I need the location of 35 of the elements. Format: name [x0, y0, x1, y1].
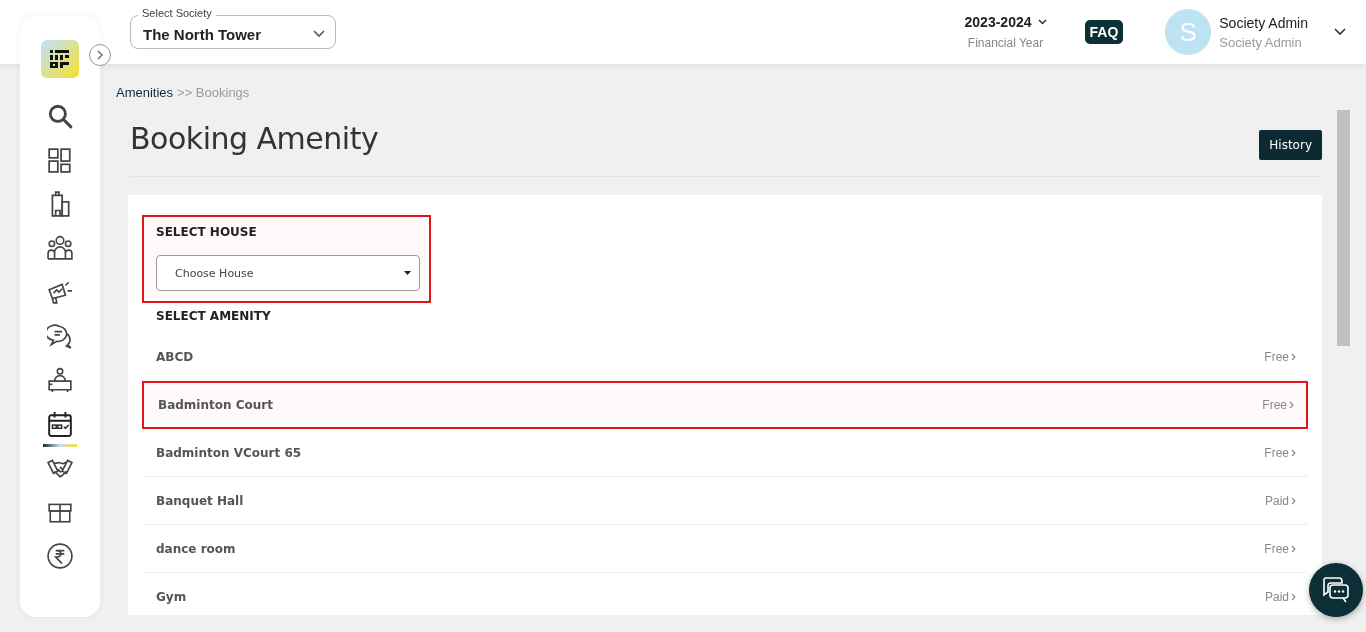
- section-label: SELECT AMENITY: [155, 308, 272, 325]
- amenity-row[interactable]: Gym Paid: [142, 573, 1308, 621]
- breadcrumb-current: >> Bookings: [177, 85, 250, 100]
- amenity-row[interactable]: Badminton VCourt 65 Free: [142, 429, 1308, 477]
- logo-icon[interactable]: [41, 40, 79, 78]
- user-name: Society Admin: [1219, 14, 1308, 31]
- scrollbar-thumb[interactable]: [1337, 110, 1350, 346]
- user-role: Society Admin: [1219, 34, 1303, 50]
- chevron-right-icon: [96, 50, 104, 60]
- chevron-right-icon: [1291, 352, 1296, 361]
- chevron-down-icon: [313, 30, 325, 38]
- chevron-down-icon[interactable]: [1334, 28, 1346, 36]
- dropdown-arrow-icon: [404, 271, 411, 275]
- section-label: SELECT HOUSE: [156, 225, 258, 239]
- faq-button[interactable]: FAQ: [1084, 20, 1124, 44]
- breadcrumb-link[interactable]: Amenities: [116, 85, 174, 100]
- year-select[interactable]: 2023-2024: [964, 14, 1032, 30]
- chat-bubbles-icon: [1321, 576, 1351, 604]
- amenity-row[interactable]: dance room Free: [142, 525, 1308, 573]
- chevron-right-icon: [1291, 592, 1296, 601]
- chevron-right-icon: [1291, 544, 1296, 553]
- chevron-down-icon: [1037, 19, 1047, 25]
- page-title: Booking Amenity: [130, 120, 379, 156]
- chevron-right-icon: [1291, 448, 1296, 457]
- amenity-row[interactable]: Banquet Hall Paid: [142, 477, 1308, 525]
- history-button[interactable]: History: [1259, 130, 1322, 160]
- avatar: S: [1165, 9, 1212, 55]
- society-value: The North Tower: [143, 25, 262, 43]
- chat-button[interactable]: [1309, 563, 1363, 617]
- year-caption: Financial Year: [967, 36, 1044, 50]
- society-label: Select Society: [138, 7, 216, 19]
- amenity-row[interactable]: Badminton Court Free: [142, 381, 1308, 429]
- chevron-right-icon: [1291, 496, 1296, 505]
- chevron-right-icon: [1289, 401, 1294, 409]
- house-select[interactable]: Choose House: [156, 255, 420, 291]
